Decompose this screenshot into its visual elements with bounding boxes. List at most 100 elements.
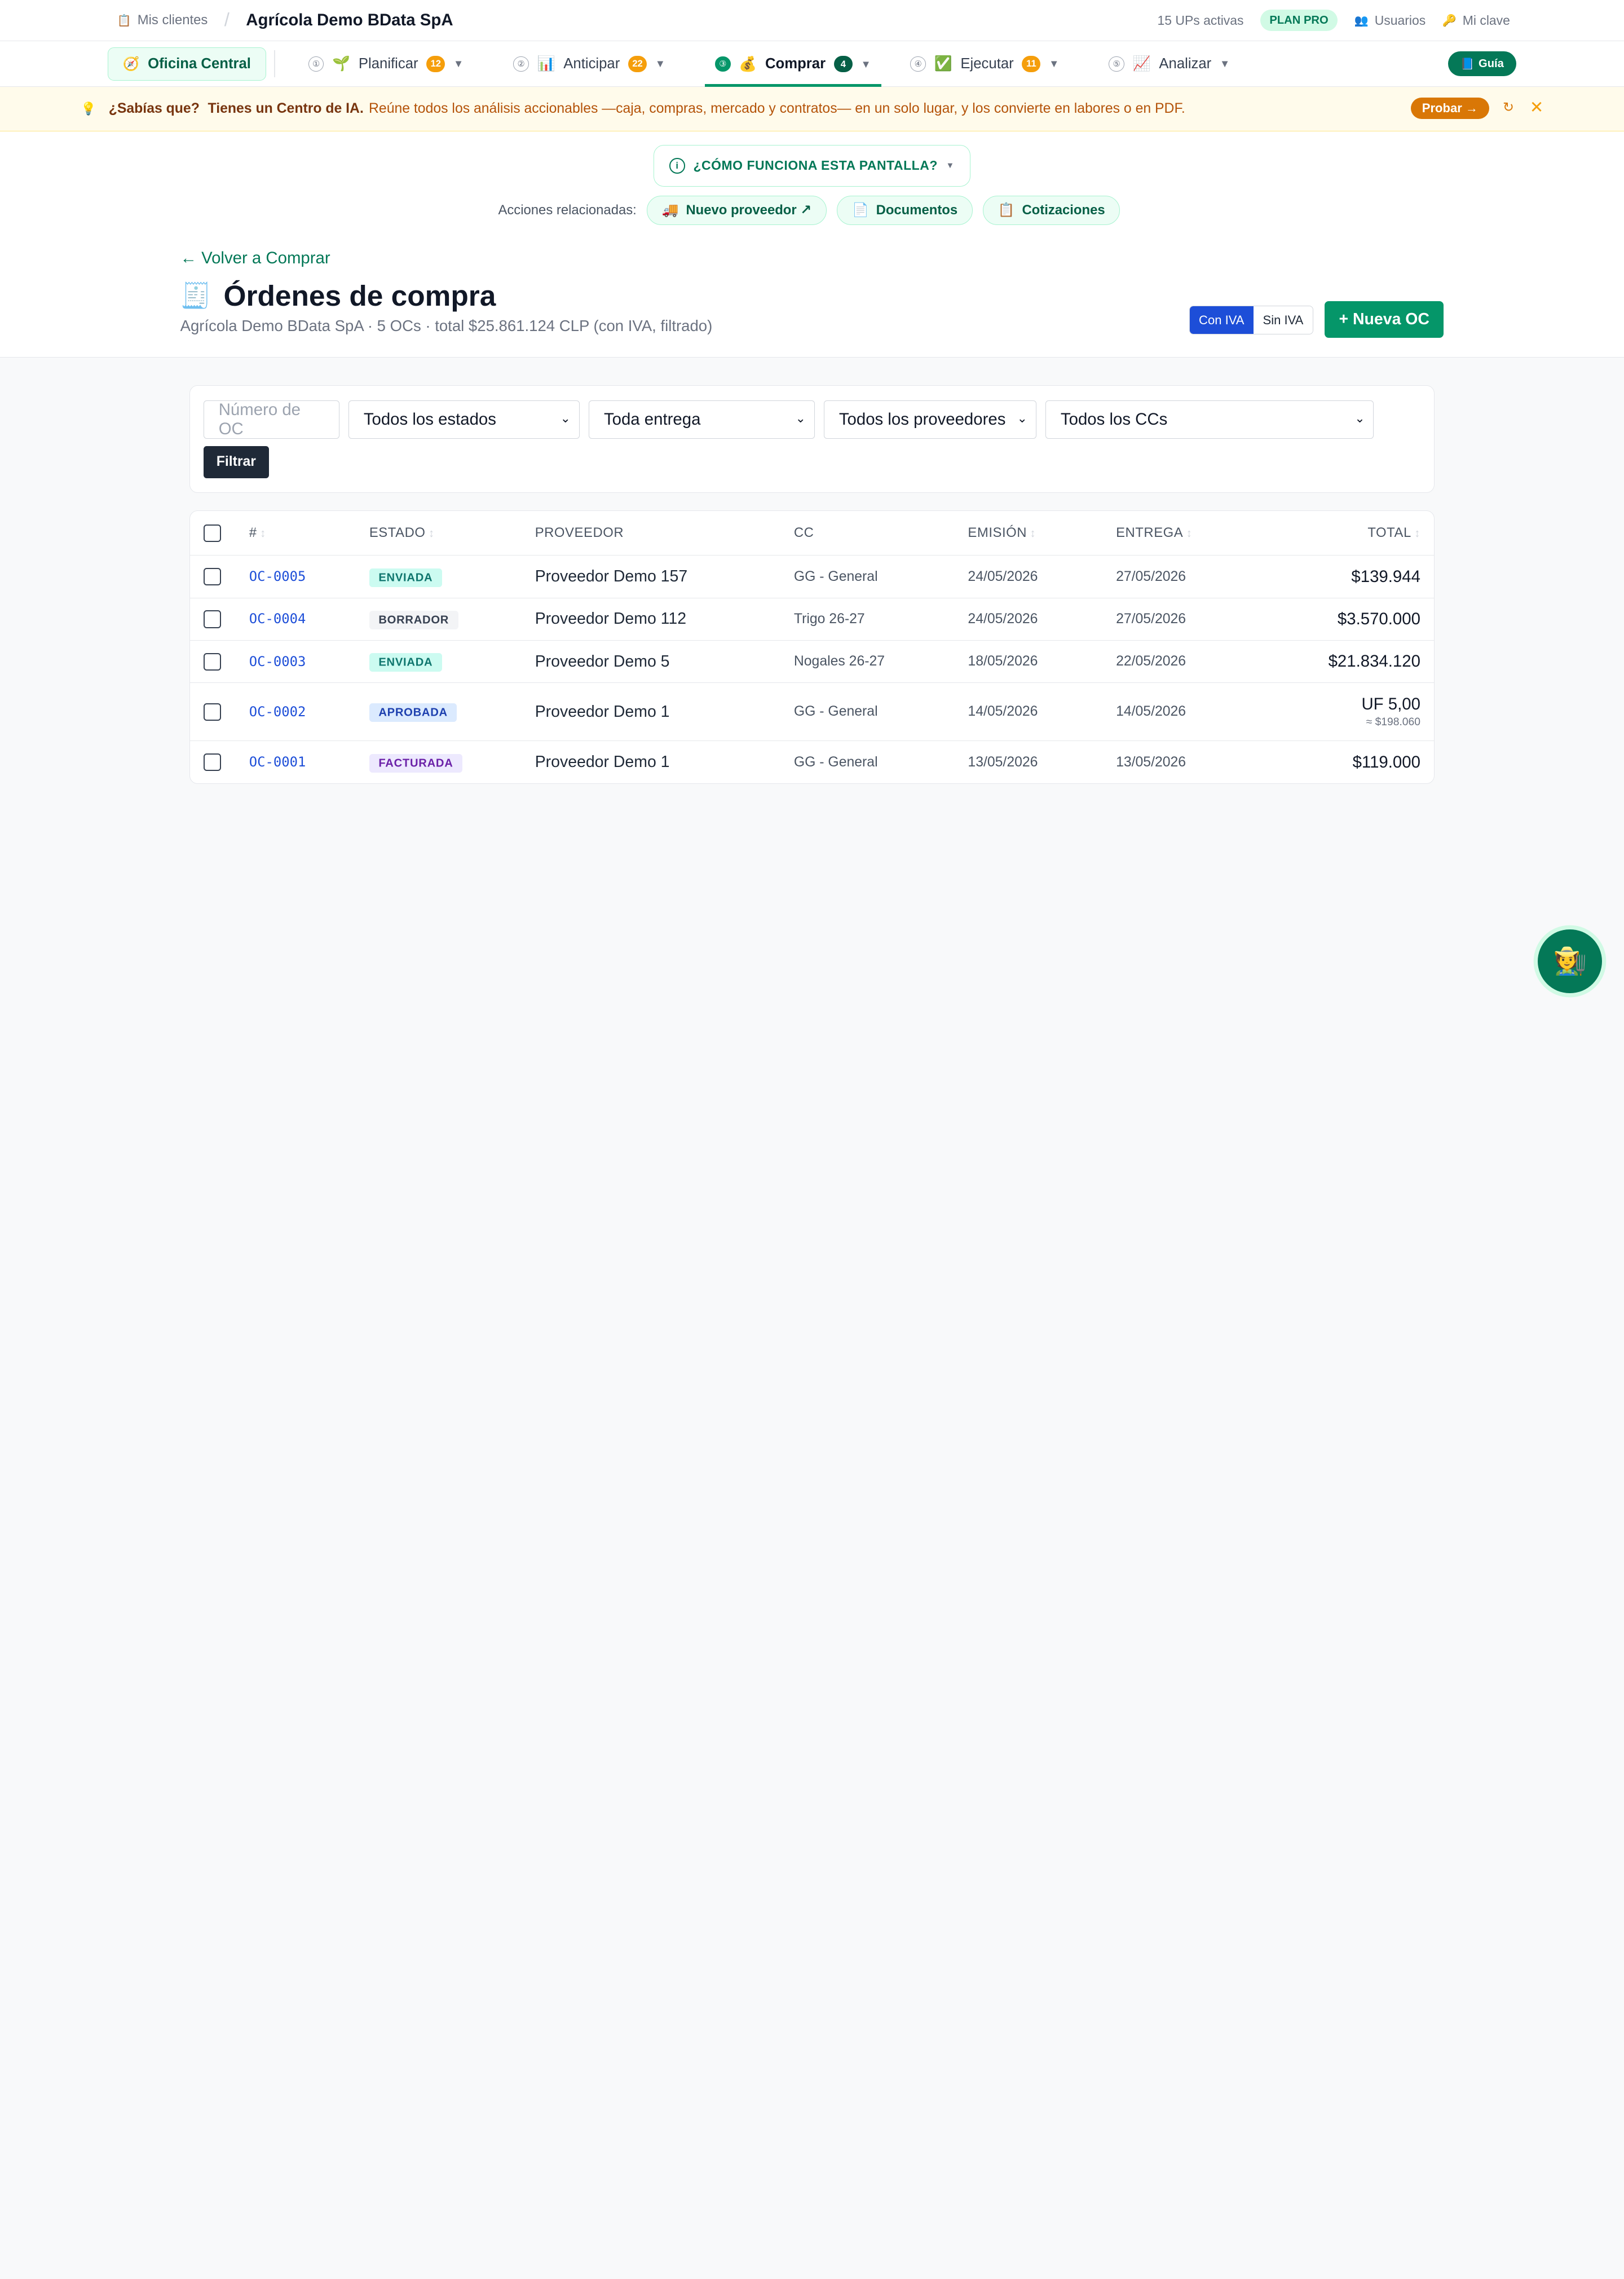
tip-question: ¿Sabías que?	[108, 101, 200, 117]
new-provider-link[interactable]: 🚚 Nuevo proveedor ↗	[647, 196, 827, 225]
nav-label: Ejecutar	[960, 55, 1014, 72]
quotes-link[interactable]: 📋 Cotizaciones	[983, 196, 1120, 225]
pill-label: Nuevo proveedor ↗	[686, 202, 812, 218]
pill-label: Documentos	[876, 202, 958, 218]
chart-icon: 📊	[537, 56, 555, 72]
cost-center: GG - General	[793, 704, 878, 720]
provider-select[interactable]: Todos los proveedores ⌄	[824, 400, 1036, 439]
state-select[interactable]: Todos los estados ⌄	[348, 400, 580, 439]
step-number: ④	[910, 56, 926, 72]
delivery-date: 22/05/2026	[1116, 654, 1186, 669]
oc-number-input[interactable]: Número de OC	[203, 400, 339, 439]
select-all-checkbox[interactable]	[203, 524, 222, 543]
tip-banner: 💡 ¿Sabías que? Tienes un Centro de IA. R…	[0, 87, 1624, 132]
nav-divider	[274, 50, 276, 78]
chevron-down-icon[interactable]: ▼	[453, 58, 464, 70]
col-issue[interactable]: EMISIÓN ↕	[968, 525, 1116, 541]
chevron-down-icon[interactable]: ▼	[861, 58, 871, 70]
chevron-down-icon[interactable]: ▼	[1220, 58, 1230, 70]
breadcrumb-current: Agrícola Demo BData SpA	[246, 11, 453, 30]
receipt-icon: 🧾	[180, 282, 211, 310]
delivery-select[interactable]: Toda entrega ⌄	[589, 400, 815, 439]
oc-number-link[interactable]: OC-0001	[249, 754, 306, 770]
clipboard-icon: 📋	[998, 202, 1015, 218]
col-label: EMISIÓN	[968, 525, 1027, 541]
filter-panel: Número de OC Todos los estados ⌄ Toda en…	[189, 385, 1435, 493]
cost-center: Trigo 26-27	[793, 611, 865, 627]
nav-item-ejecutar[interactable]: ④ ✅ Ejecutar 11 ▼	[900, 41, 1070, 87]
col-label: ESTADO	[369, 525, 426, 541]
money-bag-icon: 💰	[739, 56, 757, 72]
oc-number-link[interactable]: OC-0002	[249, 704, 306, 720]
delivery-select-value: Toda entrega	[603, 409, 701, 429]
sort-icon: ↕	[1414, 527, 1420, 540]
row-checkbox[interactable]	[203, 703, 222, 721]
documents-link[interactable]: 📄 Documentos	[837, 196, 973, 225]
with-iva-option[interactable]: Con IVA	[1189, 306, 1254, 334]
row-checkbox[interactable]	[203, 653, 222, 671]
info-icon: i	[669, 158, 685, 174]
key-icon: 🔑	[1442, 14, 1457, 27]
count-badge: 22	[628, 55, 647, 73]
pill-label: Cotizaciones	[1022, 202, 1105, 218]
total-amount: $3.570.000	[1337, 609, 1420, 628]
col-number[interactable]: # ↕	[249, 525, 369, 541]
nav-item-analizar[interactable]: ⑤ 📈 Analizar ▼	[1098, 41, 1240, 87]
home-office-label: Oficina Central	[148, 55, 251, 72]
breadcrumb-clients-link[interactable]: 📋 Mis clientes	[117, 12, 208, 28]
sort-icon: ↕	[260, 527, 266, 540]
col-delivery[interactable]: ENTREGA ↕	[1116, 525, 1240, 541]
close-icon[interactable]: ✕	[1530, 98, 1544, 117]
col-total[interactable]: TOTAL ↕	[1240, 525, 1433, 541]
document-icon: 📄	[852, 202, 869, 218]
nav-label: Comprar	[765, 56, 826, 72]
home-office-button[interactable]: 🧭 Oficina Central	[108, 47, 266, 81]
guide-button[interactable]: 📘 Guía	[1448, 51, 1516, 77]
seedling-icon: 🌱	[332, 56, 351, 72]
users-link[interactable]: 👥 Usuarios	[1354, 13, 1426, 28]
chevron-down-icon[interactable]: ▼	[1049, 58, 1059, 70]
my-key-link[interactable]: 🔑 Mi clave	[1442, 13, 1510, 28]
orders-table: # ↕ ESTADO ↕ PROVEEDOR CC EMISIÓN ↕ ENTREGA…	[189, 510, 1435, 784]
count-badge: 4	[833, 55, 853, 73]
page-title: Órdenes de compra	[223, 279, 496, 312]
nav-item-anticipar[interactable]: ② 📊 Anticipar 22 ▼	[503, 41, 676, 87]
provider-name: Proveedor Demo 5	[535, 652, 670, 671]
refresh-icon[interactable]: ↻	[1503, 99, 1514, 116]
table-row: OC-0001 FACTURADA Proveedor Demo 1 GG - …	[190, 741, 1434, 783]
tip-text: Reúne todos los análisis accionables —ca…	[369, 101, 1185, 117]
caret-down-icon: ▼	[946, 161, 955, 170]
try-button[interactable]: Probar →	[1410, 97, 1490, 120]
col-state[interactable]: ESTADO ↕	[369, 525, 535, 541]
oc-number-link[interactable]: OC-0005	[249, 568, 306, 584]
col-label: TOTAL	[1367, 525, 1411, 541]
title-row: 🧾 Órdenes de compra	[180, 279, 496, 312]
row-checkbox[interactable]	[203, 567, 222, 586]
nav-item-comprar[interactable]: ③ 💰 Comprar 4 ▼	[704, 41, 882, 87]
page-subtitle: Agrícola Demo BData SpA · 5 OCs · total …	[180, 317, 713, 334]
cost-center: GG - General	[793, 568, 878, 584]
nav-label: Planificar	[358, 55, 418, 72]
delivery-date: 27/05/2026	[1116, 611, 1186, 627]
filter-button[interactable]: Filtrar	[203, 446, 269, 478]
without-iva-option[interactable]: Sin IVA	[1253, 306, 1313, 334]
row-checkbox[interactable]	[203, 753, 222, 772]
cc-select[interactable]: Todos los CCs ⌄	[1045, 400, 1374, 439]
sort-icon: ↕	[428, 527, 435, 540]
new-oc-button[interactable]: + Nueva OC	[1325, 301, 1444, 338]
status-badge: APROBADA	[369, 703, 457, 722]
issue-date: 24/05/2026	[968, 568, 1038, 584]
how-it-works-toggle[interactable]: i ¿CÓMO FUNCIONA ESTA PANTALLA? ▼	[653, 145, 970, 187]
assistant-button[interactable]: 🧑‍🌾	[1538, 929, 1603, 994]
users-label: Usuarios	[1374, 12, 1426, 28]
oc-number-link[interactable]: OC-0004	[249, 611, 306, 627]
table-row: OC-0004 BORRADOR Proveedor Demo 112 Trig…	[190, 598, 1434, 641]
breadcrumb-clients-label: Mis clientes	[137, 12, 208, 28]
oc-number-link[interactable]: OC-0003	[249, 654, 306, 669]
chevron-down-icon[interactable]: ▼	[655, 58, 665, 70]
clipboard-icon: 📋	[117, 14, 131, 27]
row-checkbox[interactable]	[203, 610, 222, 628]
back-link[interactable]: ← Volver a Comprar	[180, 249, 330, 268]
nav-item-planificar[interactable]: ① 🌱 Planificar 12 ▼	[298, 41, 474, 87]
table-row: OC-0005 ENVIADA Proveedor Demo 157 GG - …	[190, 556, 1434, 598]
